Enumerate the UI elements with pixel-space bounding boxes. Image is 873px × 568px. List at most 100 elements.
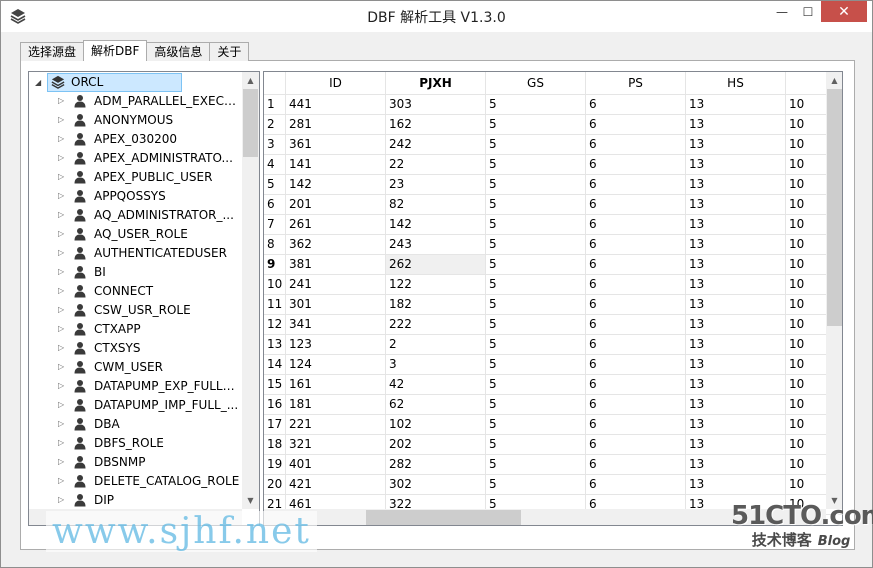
table-cell[interactable]: 6 [586,435,686,455]
expand-arrow-icon[interactable]: ▷ [58,400,70,409]
table-cell[interactable]: 5 [486,215,586,235]
table-cell[interactable]: 401 [286,455,386,475]
table-cell[interactable]: 303 [386,95,486,115]
table-cell[interactable]: 23 [386,175,486,195]
table-cell[interactable]: 262 [386,255,486,275]
table-cell[interactable]: 182 [386,295,486,315]
table-cell[interactable]: 201 [286,195,386,215]
tree-item[interactable]: ▷ BI [29,262,243,281]
table-row[interactable]: 8 362 243 5 6 13 10 [264,235,842,255]
table-cell[interactable]: 13 [686,195,786,215]
tree-item[interactable]: ▷ APPQOSSYS [29,186,243,205]
expand-arrow-icon[interactable]: ▷ [58,172,70,181]
table-cell[interactable]: 82 [386,195,486,215]
expand-arrow-icon[interactable]: ▷ [58,343,70,352]
table-cell[interactable]: 6 [586,155,686,175]
expand-arrow-icon[interactable]: ▷ [58,457,70,466]
table-row[interactable]: 3 361 242 5 6 13 10 [264,135,842,155]
scroll-down-icon[interactable]: ▼ [242,492,259,509]
table-cell[interactable]: 13 [686,275,786,295]
table-cell[interactable]: 142 [386,215,486,235]
table-cell[interactable]: 13 [686,255,786,275]
table-cell[interactable]: 6 [586,355,686,375]
table-cell[interactable]: 13 [686,455,786,475]
row-number[interactable]: 15 [264,375,286,395]
table-row[interactable]: 12 341 222 5 6 13 10 [264,315,842,335]
table-cell[interactable]: 5 [486,255,586,275]
tree-item[interactable]: ▷ DATAPUMP_IMP_FULL_... [29,395,243,414]
tree-item[interactable]: ▷ AQ_USER_ROLE [29,224,243,243]
table-row[interactable]: 19 401 282 5 6 13 10 [264,455,842,475]
expand-arrow-icon[interactable]: ▷ [58,438,70,447]
table-cell[interactable]: 5 [486,335,586,355]
tree-item[interactable]: ▷ DBSNMP [29,452,243,471]
expand-arrow-icon[interactable]: ▷ [58,476,70,485]
expand-arrow-icon[interactable]: ▷ [58,324,70,333]
table-cell[interactable]: 13 [686,295,786,315]
table-cell[interactable]: 13 [686,395,786,415]
table-cell[interactable]: 6 [586,135,686,155]
table-cell[interactable]: 6 [586,395,686,415]
table-row[interactable]: 13 123 2 5 6 13 10 [264,335,842,355]
tree-item[interactable]: ▷ DIP [29,490,243,509]
table-cell[interactable]: 13 [686,235,786,255]
expand-arrow-icon[interactable]: ▷ [58,419,70,428]
table-cell[interactable]: 124 [286,355,386,375]
expand-arrow-icon[interactable]: ▷ [58,286,70,295]
expand-arrow-icon[interactable]: ▷ [58,495,70,504]
table-cell[interactable]: 13 [686,315,786,335]
tree-item[interactable]: ▷ AUTHENTICATEDUSER [29,243,243,262]
table-cell[interactable]: 6 [586,215,686,235]
table-cell[interactable]: 5 [486,135,586,155]
table-cell[interactable]: 5 [486,275,586,295]
table-row[interactable]: 16 181 62 5 6 13 10 [264,395,842,415]
row-number[interactable]: 14 [264,355,286,375]
table-cell[interactable]: 5 [486,435,586,455]
row-number[interactable]: 6 [264,195,286,215]
expand-arrow-icon[interactable]: ▷ [58,381,70,390]
table-cell[interactable]: 5 [486,355,586,375]
tree-item[interactable]: ▷ CWM_USER [29,357,243,376]
row-number[interactable]: 18 [264,435,286,455]
collapse-arrow-icon[interactable]: ◢ [35,78,47,87]
table-cell[interactable]: 282 [386,455,486,475]
table-row[interactable]: 17 221 102 5 6 13 10 [264,415,842,435]
table-cell[interactable]: 13 [686,475,786,495]
schema-tree[interactable]: ◢ ORCL ▷ ADM_PARALLEL_EXECU... ▷ ANONYMOUS ▷… [28,71,260,526]
table-row[interactable]: 14 124 3 5 6 13 10 [264,355,842,375]
row-number[interactable]: 10 [264,275,286,295]
table-row[interactable]: 7 261 142 5 6 13 10 [264,215,842,235]
maximize-button[interactable]: ☐ [795,1,821,22]
table-cell[interactable]: 221 [286,415,386,435]
table-cell[interactable]: 5 [486,115,586,135]
tree-item[interactable]: ▷ AQ_ADMINISTRATOR_... [29,205,243,224]
row-number[interactable]: 3 [264,135,286,155]
table-cell[interactable]: 5 [486,395,586,415]
table-cell[interactable]: 5 [486,315,586,335]
tree-item[interactable]: ▷ CONNECT [29,281,243,300]
table-cell[interactable]: 22 [386,155,486,175]
tree-item[interactable]: ▷ DATAPUMP_EXP_FULL_... [29,376,243,395]
column-header[interactable]: ID [286,72,386,95]
table-row[interactable]: 5 142 23 5 6 13 10 [264,175,842,195]
tree-vertical-scrollbar[interactable]: ▲ ▼ [242,72,259,509]
tree-item[interactable]: ▷ APEX_PUBLIC_USER [29,167,243,186]
scroll-up-icon[interactable]: ▲ [826,72,842,89]
tree-item[interactable]: ▷ DBFS_ROLE [29,433,243,452]
data-grid[interactable]: ID PJXH GS PS HS 1 441 303 5 6 13 10 2 281 162 5 6 13 10 3… [263,71,843,526]
grid-vertical-scrollbar[interactable]: ▲ ▼ [826,72,842,509]
table-cell[interactable]: 6 [586,295,686,315]
table-row[interactable]: 18 321 202 5 6 13 10 [264,435,842,455]
table-row[interactable]: 4 141 22 5 6 13 10 [264,155,842,175]
table-cell[interactable]: 362 [286,235,386,255]
expand-arrow-icon[interactable]: ▷ [58,267,70,276]
table-cell[interactable]: 6 [586,95,686,115]
table-cell[interactable]: 13 [686,135,786,155]
table-cell[interactable]: 6 [586,455,686,475]
table-cell[interactable]: 123 [286,335,386,355]
expand-arrow-icon[interactable]: ▷ [58,229,70,238]
table-cell[interactable]: 13 [686,375,786,395]
row-number[interactable]: 12 [264,315,286,335]
tree-item[interactable]: ▷ CTXAPP [29,319,243,338]
expand-arrow-icon[interactable]: ▷ [58,362,70,371]
